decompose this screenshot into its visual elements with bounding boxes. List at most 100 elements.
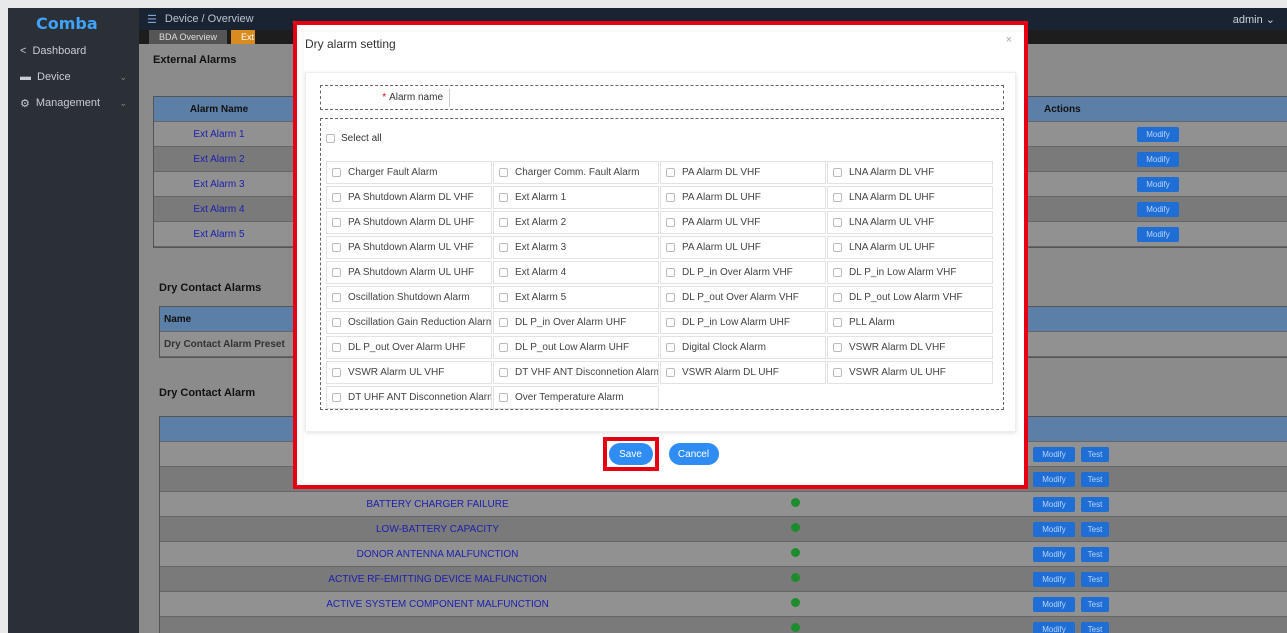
alarm-checkbox[interactable]: Ext Alarm 2 [493,211,659,234]
close-icon[interactable]: × [1006,34,1012,46]
row-link[interactable]: Ext Alarm 4 [154,204,284,215]
alarm-checkbox[interactable]: DT VHF ANT Disconnetion Alarm [493,361,659,384]
row-link[interactable]: Ext Alarm 2 [154,154,284,165]
alarm-checkbox-label: Digital Clock Alarm [682,342,766,353]
alarm-checkbox[interactable]: VSWR Alarm DL UHF [660,361,826,384]
alarm-checkbox[interactable]: PA Alarm DL UHF [660,186,826,209]
modify-button[interactable]: Modify [1033,546,1075,562]
modify-button[interactable]: Modify [1137,201,1179,217]
test-button[interactable]: Test [1081,546,1109,562]
checkbox-icon [332,243,341,252]
alarm-checkbox[interactable]: DL P_out Low Alarm UHF [493,336,659,359]
menu-icon[interactable]: ☰ [147,13,157,26]
alarm-name-input[interactable] [449,88,450,107]
alarm-checkbox-label: LNA Alarm DL VHF [849,167,935,178]
row-label: DONOR ANTENNA MALFUNCTION [356,548,519,560]
tab-ext[interactable]: Ext [231,30,256,44]
alarm-checkbox[interactable]: PA Alarm UL UHF [660,236,826,259]
cancel-button[interactable]: Cancel [668,443,719,465]
alarm-checkbox-label: LNA Alarm UL UHF [849,242,935,253]
dialog-body: * Alarm name Select all Charger Fault Ala… [305,72,1016,432]
alarm-checkbox-label: Charger Fault Alarm [348,167,438,178]
alarm-checkbox[interactable]: LNA Alarm UL UHF [827,236,993,259]
user-name: admin [1232,13,1263,26]
row-label: ACTIVE RF-EMITTING DEVICE MALFUNCTION [328,573,547,585]
modify-button[interactable]: Modify [1137,126,1179,142]
modify-button[interactable]: Modify [1033,596,1075,612]
alarm-checkbox[interactable]: Charger Comm. Fault Alarm [493,161,659,184]
modify-button[interactable]: Modify [1137,176,1179,192]
tab-bda-overview[interactable]: BDA Overview [149,30,228,44]
alarm-checkbox[interactable]: VSWR Alarm UL UHF [827,361,993,384]
alarm-checkbox-label: DT VHF ANT Disconnetion Alarm [515,367,659,378]
alarm-checkbox[interactable]: Charger Fault Alarm [326,161,492,184]
alarm-checkbox[interactable]: VSWR Alarm DL VHF [827,336,993,359]
checkbox-icon [332,368,341,377]
alarm-checkbox[interactable]: DL P_in Over Alarm VHF [660,261,826,284]
select-all-label: Select all [341,133,382,144]
alarm-checkbox[interactable]: Ext Alarm 3 [493,236,659,259]
alarm-checkbox[interactable]: PLL Alarm [827,311,993,334]
alarm-checkbox[interactable]: Ext Alarm 5 [493,286,659,309]
alarm-checkbox[interactable]: PA Shutdown Alarm UL VHF [326,236,492,259]
alarm-checkbox-label: PA Shutdown Alarm DL VHF [348,192,474,203]
alarm-checkbox[interactable]: Ext Alarm 4 [493,261,659,284]
row-link[interactable]: Ext Alarm 1 [154,129,284,140]
alarm-checkbox[interactable]: Oscillation Gain Reduction Alarm [326,311,492,334]
checkbox-icon [499,193,508,202]
alarm-checkbox[interactable]: LNA Alarm UL VHF [827,211,993,234]
alarm-checkbox[interactable]: PA Shutdown Alarm DL UHF [326,211,492,234]
alarm-name-label-text: Alarm name [389,92,443,103]
test-button[interactable]: Test [1081,471,1109,487]
sidebar-item-dashboard[interactable]: < Dashboard [8,38,139,64]
checkbox-icon [833,243,842,252]
modify-button[interactable]: Modify [1033,446,1075,462]
alarm-checkbox[interactable]: PA Alarm DL VHF [660,161,826,184]
alarm-checkbox[interactable]: Digital Clock Alarm [660,336,826,359]
test-button[interactable]: Test [1081,521,1109,537]
test-button[interactable]: Test [1081,446,1109,462]
row-link[interactable]: Ext Alarm 5 [154,229,284,240]
test-button[interactable]: Test [1081,596,1109,612]
checkbox-icon [326,134,335,143]
alarm-checkbox[interactable]: DL P_out Over Alarm VHF [660,286,826,309]
alarm-checkbox[interactable]: Ext Alarm 1 [493,186,659,209]
alarm-checkbox[interactable]: DL P_in Low Alarm VHF [827,261,993,284]
alarm-checkbox[interactable]: LNA Alarm DL UHF [827,186,993,209]
alarm-checkbox[interactable]: DL P_out Low Alarm VHF [827,286,993,309]
alarm-checkbox-label: PA Shutdown Alarm DL UHF [348,217,475,228]
alarm-checkbox[interactable]: PA Shutdown Alarm UL UHF [326,261,492,284]
select-all-checkbox[interactable]: Select all [326,133,382,144]
row-link[interactable]: Ext Alarm 3 [154,179,284,190]
alarm-name-label: * Alarm name [321,92,449,103]
modify-button[interactable]: Modify [1033,571,1075,587]
modify-button[interactable]: Modify [1033,521,1075,537]
alarm-checkbox[interactable]: DL P_out Over Alarm UHF [326,336,492,359]
alarm-checkbox[interactable]: Oscillation Shutdown Alarm [326,286,492,309]
save-button[interactable]: Save [608,443,653,465]
modify-button[interactable]: Modify [1033,471,1075,487]
alarm-checkbox[interactable]: DL P_in Over Alarm UHF [493,311,659,334]
alarm-checkbox-label: Ext Alarm 2 [515,217,567,228]
checkbox-icon [332,318,341,327]
alarm-checkbox[interactable]: DT UHF ANT Disconnetion Alarm [326,386,492,409]
modify-button[interactable]: Modify [1137,226,1179,242]
device-icon: ▬ [20,71,31,83]
alarm-checkbox[interactable]: PA Shutdown Alarm DL VHF [326,186,492,209]
table-row: Modify Test [160,617,1287,633]
alarm-checkbox[interactable]: PA Alarm UL VHF [660,211,826,234]
sidebar-item-management[interactable]: ⚙ Management ⌄ [8,90,139,116]
checkbox-icon [332,293,341,302]
test-button[interactable]: Test [1081,496,1109,512]
modify-button[interactable]: Modify [1033,621,1075,633]
test-button[interactable]: Test [1081,621,1109,633]
alarm-checkbox[interactable]: LNA Alarm DL VHF [827,161,993,184]
test-button[interactable]: Test [1081,571,1109,587]
alarm-checkbox[interactable]: DL P_in Low Alarm UHF [660,311,826,334]
alarm-checkbox[interactable]: VSWR Alarm UL VHF [326,361,492,384]
user-menu[interactable]: admin ⌄ [1233,13,1275,26]
modify-button[interactable]: Modify [1137,151,1179,167]
modify-button[interactable]: Modify [1033,496,1075,512]
sidebar-item-device[interactable]: ▬ Device ⌄ [8,64,139,90]
alarm-checkbox[interactable]: Over Temperature Alarm [493,386,659,409]
